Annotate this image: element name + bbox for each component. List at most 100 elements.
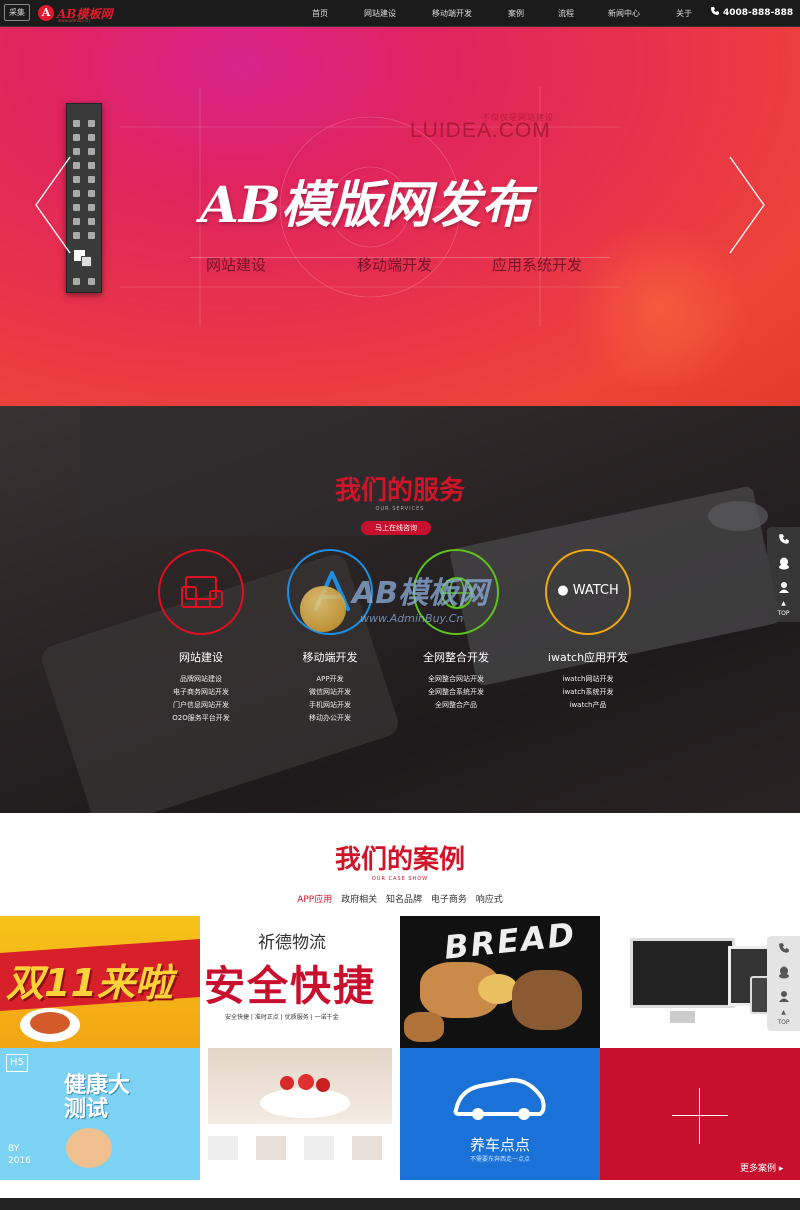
year-label: BY [8, 1144, 20, 1154]
qq-icon [778, 557, 789, 569]
monitor-devices-icon [181, 576, 223, 608]
service-line: O2O服务平台开发 [172, 714, 230, 722]
case-logistics[interactable]: 祈德物流 安全快捷 安全快捷 | 准时正点 | 优质服务 | 一诺千金 [200, 916, 400, 1048]
menu-item-process[interactable]: 流程 [558, 0, 608, 27]
hero-subtitle-website: 网站建设 [206, 256, 267, 274]
back-to-top-button[interactable]: ▲ TOP [767, 599, 800, 622]
service-website[interactable]: 网站建设 品牌网站建设 电子商务网站开发 门户信息网站开发 O2O服务平台开发 [141, 549, 261, 725]
phone-icon [711, 7, 719, 15]
prev-slide-arrow[interactable] [34, 155, 74, 255]
h5-badge: H5 [6, 1054, 28, 1072]
feature: 安全快捷 [225, 1014, 250, 1021]
car-title: 养车点点 [469, 1136, 530, 1154]
user-icon [778, 582, 789, 593]
tab-app[interactable]: APP应用 [297, 895, 332, 905]
car-slogan: 不需要东奔西走一点点 [469, 1156, 530, 1163]
logo-sub: www.admin5.cn [58, 18, 90, 23]
service-line: 微信网站开发 [309, 688, 351, 696]
side-phone-button[interactable] [767, 527, 800, 551]
service-line: 全网整合系统开发 [428, 688, 484, 696]
feature: 准时正点 [254, 1014, 279, 1021]
menu-item-website[interactable]: 网站建设 [364, 0, 432, 27]
service-line: iwatch产品 [569, 701, 607, 709]
services-subtitle: OUR SERVICES [375, 506, 425, 512]
hero-subtitle-mobile: 移动端开发 [357, 256, 433, 274]
consult-button[interactable]: 马上在线咨询 [361, 521, 431, 535]
phone-icon [778, 534, 789, 544]
year: 2016 [8, 1156, 31, 1166]
menu-item-home[interactable]: 首页 [300, 0, 364, 27]
service-list: iwatch网站开发 iwatch系统开发 iwatch产品 [528, 673, 648, 712]
service-list: 品牌网站建设 电子商务网站开发 门户信息网站开发 O2O服务平台开发 [141, 673, 261, 725]
case-more[interactable]: 更多案例 ▸ [600, 1048, 800, 1180]
top-nav: 采集 A AB模板网 www.admin5.cn 首页 网站建设 移动端开发 案… [0, 0, 800, 27]
service-title: 全网整合开发 [423, 651, 489, 664]
service-line: 门户信息网站开发 [173, 701, 229, 709]
service-line: 全网整合网站开发 [428, 675, 484, 683]
case-car[interactable]: 养车点点 不需要东奔西走一点点 [400, 1048, 600, 1180]
plus-icon [699, 1088, 700, 1144]
logo[interactable]: A AB模板网 www.admin5.cn [38, 4, 112, 23]
side-user-button[interactable] [767, 575, 800, 599]
service-line: 全网整合产品 [435, 701, 477, 709]
case-promo[interactable]: 双11来啦 [0, 916, 200, 1048]
side-phone-button[interactable] [767, 936, 800, 960]
service-line: iwatch系统开发 [562, 688, 614, 696]
hero-banner: 不仅仅是网站建设 LUIDEA.COM AB模版网发布 网站建设 移动端开发 应… [0, 27, 800, 406]
menu-item-news[interactable]: 新闻中心 [608, 0, 676, 27]
watermark-badge [300, 586, 346, 632]
tab-ecommerce[interactable]: 电子商务 [431, 895, 467, 905]
side-user-button[interactable] [767, 984, 800, 1008]
logistics-heading: 祈德物流 [258, 933, 326, 953]
collect-button[interactable]: 采集 [4, 4, 30, 21]
service-line: iwatch网站开发 [562, 675, 614, 683]
side-qq-button[interactable] [767, 551, 800, 575]
top-label: TOP [777, 610, 790, 617]
side-toolbar-2: ▲ TOP [767, 936, 800, 1031]
hero-title: AB模版网发布 [200, 175, 532, 234]
service-iwatch[interactable]: ● WATCH iwatch应用开发 iwatch网站开发 iwatch系统开发… [528, 549, 648, 712]
tab-brand[interactable]: 知名品牌 [386, 895, 422, 905]
service-line: 手机网站开发 [309, 701, 351, 709]
car-icon [453, 1077, 546, 1120]
service-ring: ● WATCH [545, 549, 631, 635]
side-toolbar: ▲ TOP [767, 527, 800, 622]
tab-government[interactable]: 政府相关 [341, 895, 377, 905]
service-ring [158, 549, 244, 635]
case-bread[interactable]: BREAD [400, 916, 600, 1048]
back-to-top-button[interactable]: ▲ TOP [767, 1008, 800, 1031]
service-list: APP开发 微信网站开发 手机网站开发 移动办公开发 [270, 673, 390, 725]
service-list: 全网整合网站开发 全网整合系统开发 全网整合产品 [396, 673, 516, 712]
feature: 优质服务 [284, 1014, 309, 1021]
case-tabs: APP应用 政府相关 知名品牌 电子商务 响应式 [0, 892, 800, 905]
service-line: APP开发 [316, 675, 344, 683]
services-section: 我们的服务 OUR SERVICES 马上在线咨询 网站建设 品牌网站建设 电子… [0, 406, 800, 813]
main-menu: 首页 网站建设 移动端开发 案例 流程 新闻中心 关于 [300, 0, 716, 27]
service-title: 网站建设 [179, 651, 223, 664]
case-health[interactable]: H5 健康大测试 BY 2016 [0, 1048, 200, 1180]
side-qq-button[interactable] [767, 960, 800, 984]
menu-item-mobile[interactable]: 移动端开发 [432, 0, 508, 27]
hero-brand: LUIDEA.COM [410, 119, 551, 142]
logistics-slogan: 安全快捷 [204, 962, 376, 1010]
service-line: 品牌网站建设 [180, 675, 222, 683]
footer-strip [0, 1198, 800, 1210]
service-title: iwatch应用开发 [547, 651, 629, 664]
watermark-text: AB模板网 [352, 576, 489, 611]
services-title: 我们的服务 [334, 476, 465, 506]
phone-text: 4008-888-888 [723, 8, 794, 18]
hero-subtitle-system: 应用系统开发 [492, 256, 583, 274]
service-line: 电子商务网站开发 [173, 688, 229, 696]
more-cases-link[interactable]: 更多案例 ▸ [740, 1161, 783, 1174]
logo-mark: A [38, 5, 54, 21]
case-cake[interactable] [200, 1048, 400, 1180]
watch-icon-text: WATCH [572, 583, 619, 598]
chevron-right-icon: ▸ [778, 1164, 784, 1174]
watermark: AB模板网 www.AdminBuy.Cn [298, 566, 508, 641]
cases-title: 我们的案例 [334, 845, 465, 875]
apple-watch-icon: ● WATCH [557, 583, 619, 598]
menu-item-cases[interactable]: 案例 [508, 0, 558, 27]
feature: 一诺千金 [314, 1014, 339, 1021]
next-slide-arrow[interactable] [726, 155, 766, 255]
tab-responsive[interactable]: 响应式 [476, 895, 503, 905]
